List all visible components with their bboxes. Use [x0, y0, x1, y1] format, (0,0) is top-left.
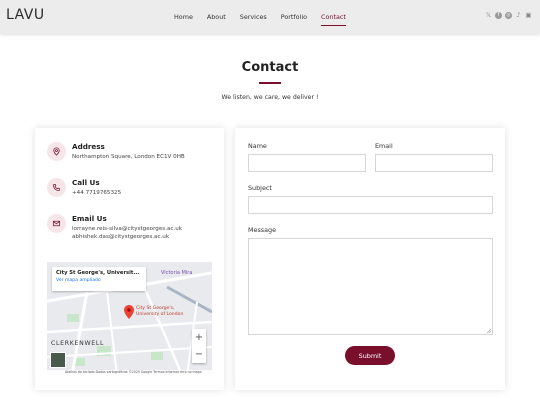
map-enlarge-link[interactable]: Ver mapa ampliado	[56, 278, 142, 283]
name-label: Name	[248, 142, 267, 150]
title-underline	[259, 82, 281, 84]
map-place-card: City St George's, Universit... Ver mapa …	[52, 267, 146, 291]
map-zoom-controls: + −	[192, 329, 206, 363]
zoom-in-button[interactable]: +	[195, 332, 203, 343]
nav-about[interactable]: About	[207, 13, 226, 21]
map-layer-thumbnail[interactable]	[50, 352, 66, 368]
nav-home[interactable]: Home	[174, 13, 193, 21]
address-line: Northampton Square, London EC1V 0HB	[72, 154, 185, 160]
email-title: Email Us	[72, 214, 107, 223]
social-links: 𝕏 f ◎ ♪ ▣	[485, 12, 532, 19]
map-marker-label: City St George's, University of London	[136, 306, 184, 317]
map-marker-icon[interactable]	[124, 305, 134, 319]
x-icon[interactable]: 𝕏	[485, 12, 492, 19]
subject-label: Subject	[248, 184, 272, 192]
nav-contact[interactable]: Contact	[321, 13, 346, 26]
email-address-1[interactable]: lorrayne.reis-silva@citystgeorges.ac.uk	[72, 226, 222, 233]
site-logo[interactable]: LAVU	[6, 7, 45, 23]
instagram-icon[interactable]: ◎	[505, 12, 512, 19]
message-label: Message	[248, 226, 277, 234]
phone-number: +44 7719765325	[72, 190, 122, 196]
page-subtitle: We listen, we care, we deliver !	[221, 94, 319, 101]
page-title: Contact	[241, 60, 299, 75]
submit-button[interactable]: Submit	[345, 346, 395, 365]
linkedin-icon[interactable]: ▣	[525, 12, 532, 19]
subject-input[interactable]	[248, 196, 493, 214]
map-place-title: City St George's, Universit...	[56, 270, 140, 276]
location-pin-icon	[47, 142, 66, 161]
envelope-icon	[47, 214, 66, 233]
contact-info-card: Address Northampton Square, London EC1V …	[35, 128, 224, 390]
nav-services[interactable]: Services	[240, 13, 267, 21]
phone-icon	[47, 178, 66, 197]
nav-portfolio[interactable]: Portfolio	[281, 13, 307, 21]
facebook-icon[interactable]: f	[495, 12, 502, 19]
main-nav: Home About Services Portfolio Contact	[174, 13, 360, 26]
call-title: Call Us	[72, 178, 100, 187]
email-address-2[interactable]: abhishek.das@citystgeorges.ac.uk	[72, 234, 222, 241]
resize-handle-icon[interactable]	[486, 328, 491, 333]
tiktok-icon[interactable]: ♪	[515, 12, 522, 19]
name-input[interactable]	[248, 154, 366, 172]
email-input[interactable]	[375, 154, 493, 172]
map-area-label: CLERKENWELL	[51, 340, 105, 347]
email-label: Email	[375, 142, 393, 150]
map-footer: Atalhos do teclado Dados cartográficos ©…	[47, 370, 212, 375]
address-title: Address	[72, 142, 105, 151]
contact-form-card: Name Email Subject Message Submit	[235, 128, 505, 390]
zoom-out-button[interactable]: −	[195, 349, 203, 360]
station-label: Victoria Mira	[161, 270, 193, 276]
embedded-map[interactable]: City St George's, Universit... Ver mapa …	[47, 262, 212, 375]
message-textarea[interactable]	[248, 238, 493, 335]
site-header: LAVU Home About Services Portfolio Conta…	[0, 0, 540, 34]
